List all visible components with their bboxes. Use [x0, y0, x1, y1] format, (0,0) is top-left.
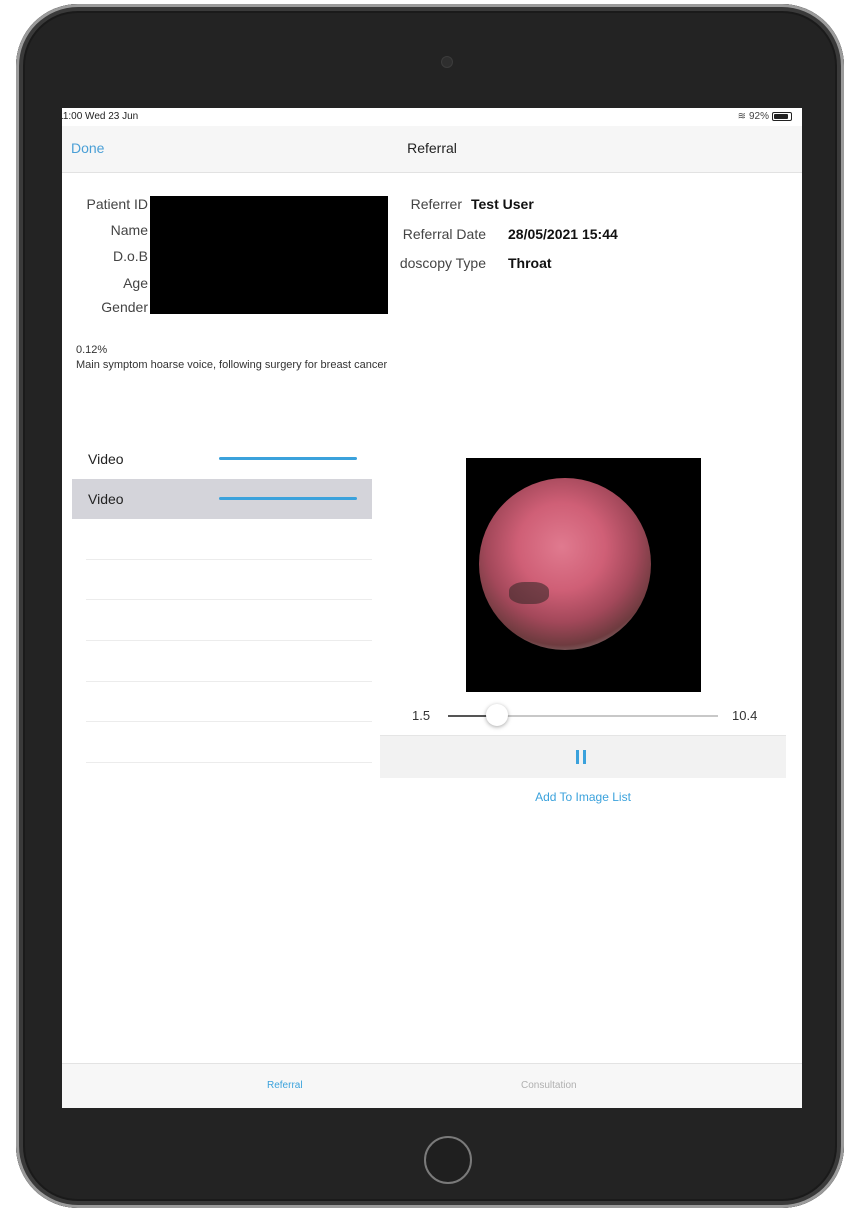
- slider-min-label: 1.5: [412, 708, 431, 723]
- endoscopy-image: [479, 478, 651, 650]
- status-right: ≋ 92%: [738, 111, 792, 122]
- video-list-item-selected[interactable]: Video: [72, 479, 372, 519]
- slider-max-label: 10.4: [732, 708, 758, 723]
- tab-consultation[interactable]: Consultation: [521, 1080, 577, 1091]
- list-separator: [86, 559, 372, 560]
- video-progress-bar: [219, 497, 357, 500]
- video-item-label: Video: [88, 491, 124, 507]
- video-item-label: Video: [88, 451, 124, 467]
- status-bar: 11:00 Wed 23 Jun ≋ 92%: [62, 108, 802, 126]
- scrub-slider[interactable]: [448, 704, 718, 726]
- referral-date-label: Referral Date: [402, 226, 486, 242]
- add-to-image-list-button[interactable]: Add To Image List: [380, 790, 786, 804]
- referrer-label: Referrer: [410, 196, 462, 212]
- notes-symptom: Main symptom hoarse voice, following sur…: [76, 359, 388, 371]
- slider-thumb[interactable]: [485, 704, 508, 726]
- nav-title: Referral: [407, 140, 457, 156]
- video-list-item[interactable]: Video: [72, 439, 372, 479]
- list-separator: [86, 599, 372, 600]
- nav-bar: Done Referral: [62, 126, 802, 173]
- dob-label: D.o.B: [112, 248, 148, 264]
- list-separator: [86, 640, 372, 641]
- referrer-value: Test User: [471, 196, 534, 212]
- home-button[interactable]: [424, 1136, 472, 1184]
- list-separator: [86, 721, 372, 722]
- referral-date-value: 28/05/2021 15:44: [508, 226, 618, 242]
- list-separator: [86, 762, 372, 763]
- name-label: Name: [110, 222, 148, 238]
- gender-label: Gender: [101, 299, 148, 315]
- battery-icon: [772, 112, 792, 121]
- video-preview[interactable]: [466, 458, 701, 692]
- tab-referral[interactable]: Referral: [267, 1080, 303, 1091]
- battery-percent: 92%: [748, 111, 769, 122]
- endoscopy-type-label: doscopy Type: [399, 255, 486, 271]
- list-separator: [86, 681, 372, 682]
- patient-id-label: Patient ID: [86, 196, 148, 212]
- player-controls: [380, 735, 786, 778]
- video-progress-bar: [219, 457, 357, 460]
- endoscopy-type-value: Throat: [508, 255, 552, 271]
- tab-bar: Referral Consultation: [62, 1063, 802, 1108]
- app-screen: 11:00 Wed 23 Jun ≋ 92% Done Referral Pat…: [62, 108, 802, 1108]
- redacted-block: [150, 196, 388, 314]
- status-time: 11:00 Wed 23 Jun: [62, 111, 139, 122]
- wifi-icon: ≋: [737, 111, 746, 122]
- pause-icon[interactable]: [576, 750, 586, 764]
- notes-percent: 0.12%: [76, 344, 108, 356]
- age-label: Age: [123, 275, 148, 291]
- camera-dot: [442, 57, 452, 67]
